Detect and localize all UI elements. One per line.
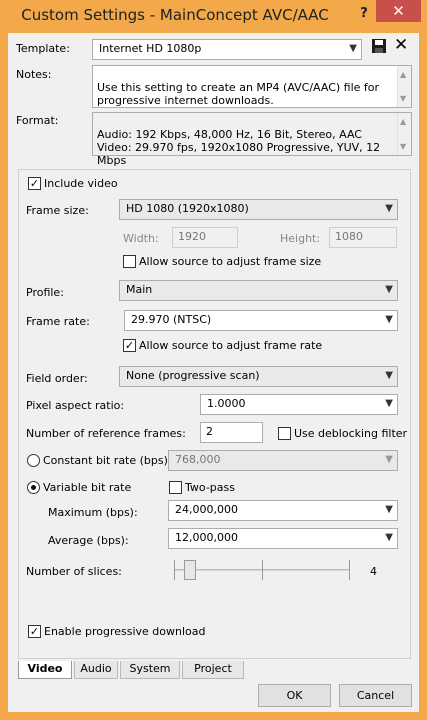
vbr-label: Variable bit rate: [43, 481, 132, 494]
help-button[interactable]: ?: [353, 6, 375, 26]
chevron-down-icon: ▼: [385, 314, 393, 325]
tab-system[interactable]: System: [120, 661, 180, 679]
frame-rate-value: 29.970 (NTSC): [131, 313, 212, 326]
maximum-value: 24,000,000: [175, 503, 238, 516]
tab-audio[interactable]: Audio: [74, 661, 118, 679]
save-template-icon[interactable]: [371, 38, 387, 54]
include-video-label: Include video: [44, 177, 118, 190]
progressive-download-label: Enable progressive download: [44, 625, 206, 638]
chevron-down-icon: ▼: [385, 504, 393, 515]
chevron-down-icon: ▼: [385, 454, 393, 465]
pixel-aspect-label: Pixel aspect ratio:: [26, 399, 125, 412]
frame-rate-label: Frame rate:: [26, 315, 90, 328]
frame-rate-dropdown[interactable]: 29.970 (NTSC) ▼: [124, 310, 398, 331]
width-label: Width:: [123, 232, 159, 245]
chevron-down-icon: ▼: [385, 203, 393, 214]
window-title: Custom Settings - MainConcept AVC/AAC: [21, 6, 329, 24]
chevron-down-icon: ▼: [385, 532, 393, 543]
average-value: 12,000,000: [175, 531, 238, 544]
frame-size-value: HD 1080 (1920x1080): [126, 202, 249, 215]
vbr-radio[interactable]: [27, 481, 40, 494]
close-window-button[interactable]: ✕: [376, 0, 421, 22]
deblocking-label: Use deblocking filter: [294, 427, 408, 440]
maximum-label: Maximum (bps):: [48, 506, 138, 519]
field-order-label: Field order:: [26, 372, 88, 385]
scroll-down-icon: ▼: [400, 142, 407, 151]
cbr-label: Constant bit rate (bps):: [43, 454, 172, 467]
slices-value: 4: [370, 565, 377, 578]
template-value: Internet HD 1080p: [99, 42, 202, 55]
average-dropdown[interactable]: 12,000,000 ▼: [168, 528, 398, 549]
scroll-up-icon: ▲: [400, 117, 407, 126]
allow-frame-rate-checkbox[interactable]: ✓: [123, 339, 136, 352]
notes-scrollbar[interactable]: ▲ ▼: [397, 66, 411, 107]
frame-size-label: Frame size:: [26, 204, 89, 217]
slider-tick: [349, 560, 350, 580]
profile-dropdown[interactable]: Main ▼: [119, 280, 398, 301]
chevron-down-icon: ▼: [385, 370, 393, 381]
tab-video[interactable]: Video: [18, 661, 72, 679]
allow-frame-size-label: Allow source to adjust frame size: [139, 255, 322, 268]
ok-button[interactable]: OK: [258, 684, 331, 707]
notes-textarea[interactable]: Use this setting to create an MP4 (AVC/A…: [92, 65, 412, 108]
field-order-value: None (progressive scan): [126, 369, 260, 382]
chevron-down-icon: ▼: [385, 284, 393, 295]
format-label: Format:: [16, 114, 59, 127]
maximum-dropdown[interactable]: 24,000,000 ▼: [168, 500, 398, 521]
progressive-download-checkbox[interactable]: ✓: [28, 625, 41, 638]
notes-label: Notes:: [16, 68, 52, 81]
pixel-aspect-dropdown[interactable]: 1.0000 ▼: [200, 394, 398, 415]
field-order-dropdown[interactable]: None (progressive scan) ▼: [119, 366, 398, 387]
template-dropdown[interactable]: Internet HD 1080p ▼: [92, 39, 362, 60]
pixel-aspect-value: 1.0000: [207, 397, 246, 410]
template-label: Template:: [16, 42, 70, 55]
chevron-down-icon: ▼: [385, 398, 393, 409]
chevron-down-icon: ▼: [349, 43, 357, 54]
height-label: Height:: [280, 232, 321, 245]
slices-slider[interactable]: [174, 558, 350, 582]
tab-project[interactable]: Project: [182, 661, 244, 679]
profile-value: Main: [126, 283, 153, 296]
notes-text: Use this setting to create an MP4 (AVC/A…: [97, 81, 380, 107]
slider-thumb[interactable]: [184, 560, 196, 580]
average-label: Average (bps):: [48, 534, 129, 547]
height-input[interactable]: 1080: [329, 227, 397, 248]
allow-frame-rate-label: Allow source to adjust frame rate: [139, 339, 323, 352]
format-scrollbar[interactable]: ▲ ▼: [397, 113, 411, 155]
slider-tick: [262, 560, 263, 580]
delete-template-icon[interactable]: ✕: [394, 36, 410, 54]
cbr-radio[interactable]: [27, 454, 40, 467]
slider-tick: [174, 560, 175, 580]
profile-label: Profile:: [26, 286, 64, 299]
cbr-value: 768,000: [175, 453, 221, 466]
scroll-down-icon: ▼: [400, 94, 407, 103]
frame-size-dropdown[interactable]: HD 1080 (1920x1080) ▼: [119, 199, 398, 220]
deblocking-checkbox[interactable]: [278, 427, 291, 440]
allow-frame-size-checkbox[interactable]: [123, 255, 136, 268]
ref-frames-input[interactable]: 2: [200, 422, 263, 443]
cancel-button[interactable]: Cancel: [339, 684, 412, 707]
cbr-dropdown[interactable]: 768,000 ▼: [168, 450, 398, 471]
two-pass-checkbox[interactable]: [169, 481, 182, 494]
two-pass-label: Two-pass: [185, 481, 235, 494]
slices-label: Number of slices:: [26, 565, 122, 578]
scroll-up-icon: ▲: [400, 70, 407, 79]
format-textarea: Audio: 192 Kbps, 48,000 Hz, 16 Bit, Ster…: [92, 112, 412, 180]
ref-frames-label: Number of reference frames:: [26, 427, 186, 440]
width-input[interactable]: 1920: [172, 227, 238, 248]
include-video-checkbox[interactable]: ✓: [28, 177, 41, 190]
